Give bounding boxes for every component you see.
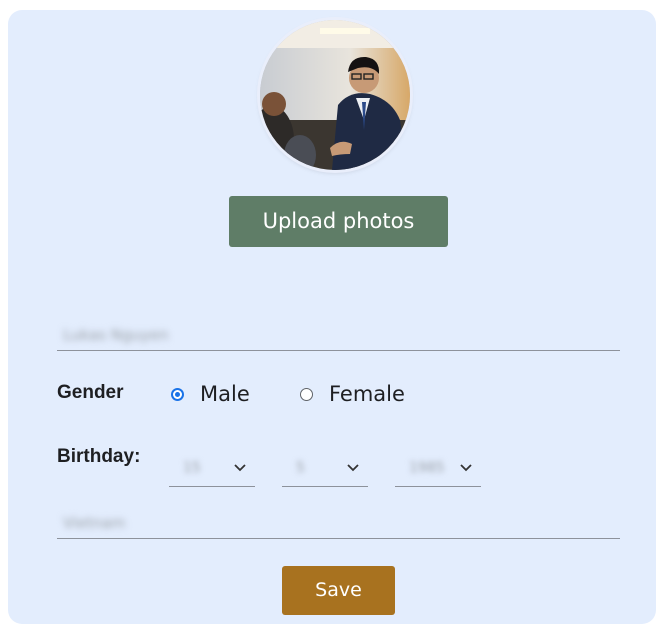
name-field[interactable]: Lukas Nguyen: [57, 310, 620, 351]
gender-option-female[interactable]: Female: [329, 382, 405, 406]
chevron-down-icon: [347, 464, 359, 472]
chevron-down-icon: [460, 464, 472, 472]
gender-label: Gender: [57, 382, 124, 403]
country-field[interactable]: Vietnam: [57, 498, 620, 539]
country-value: Vietnam: [63, 514, 126, 532]
profile-form-card: Upload photos Lukas Nguyen Gender Male F…: [8, 10, 656, 624]
name-value: Lukas Nguyen: [63, 326, 169, 344]
radio-checked-icon[interactable]: [171, 388, 184, 401]
radio-unchecked-icon[interactable]: [300, 388, 313, 401]
profile-avatar: [260, 20, 410, 170]
save-button[interactable]: Save: [282, 566, 395, 615]
upload-photos-button[interactable]: Upload photos: [229, 196, 448, 247]
birthday-year-value: 1985: [409, 460, 445, 476]
birthday-day-select[interactable]: 15: [169, 450, 255, 487]
birthday-month-value: 5: [296, 460, 305, 476]
birthday-month-select[interactable]: 5: [282, 450, 368, 487]
birthday-day-value: 15: [183, 460, 201, 476]
birthday-label: Birthday:: [57, 446, 141, 467]
gender-option-male[interactable]: Male: [200, 382, 250, 406]
chevron-down-icon: [234, 464, 246, 472]
birthday-year-select[interactable]: 1985: [395, 450, 481, 487]
avatar-photo: [260, 20, 410, 170]
